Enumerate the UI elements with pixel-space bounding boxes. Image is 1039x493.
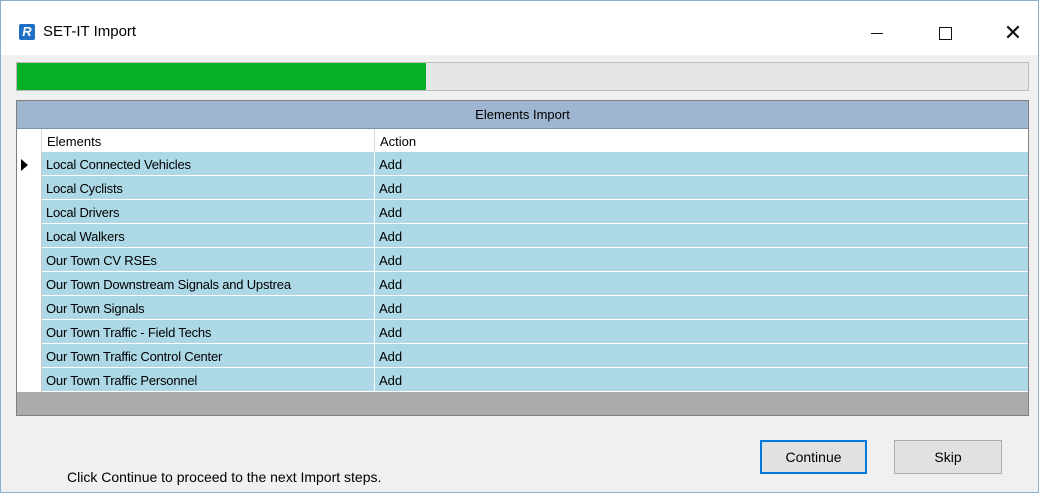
grid-caption: Elements Import (17, 101, 1028, 129)
instruction-text: Click Continue to proceed to the next Im… (67, 469, 382, 485)
row-header[interactable] (17, 344, 42, 368)
row-header[interactable] (17, 248, 42, 272)
skip-button[interactable]: Skip (894, 440, 1002, 474)
action-cell[interactable]: Add (375, 248, 1028, 272)
table-row[interactable]: Local Connected Vehicles Add (17, 152, 1028, 176)
action-cell[interactable]: Add (375, 368, 1028, 392)
app-logo-icon: R (19, 24, 35, 40)
row-header[interactable] (17, 368, 42, 392)
import-progress-bar (16, 62, 1029, 91)
row-header-corner (17, 129, 42, 152)
action-cell[interactable]: Add (375, 272, 1028, 296)
grid-header-row: Elements Action (17, 129, 1028, 152)
element-cell[interactable]: Our Town CV RSEs (42, 248, 375, 272)
table-row[interactable]: Local Drivers Add (17, 200, 1028, 224)
action-cell[interactable]: Add (375, 296, 1028, 320)
title-bar[interactable]: R SET-IT Import ✕ (1, 1, 1038, 55)
row-header[interactable] (17, 176, 42, 200)
table-row[interactable]: Our Town CV RSEs Add (17, 248, 1028, 272)
table-row[interactable]: Our Town Traffic Control Center Add (17, 344, 1028, 368)
table-row[interactable]: Our Town Downstream Signals and Upstrea A… (17, 272, 1028, 296)
element-cell[interactable]: Our Town Downstream Signals and Upstrea (42, 272, 375, 296)
continue-button[interactable]: Continue (760, 440, 867, 474)
table-row[interactable]: Our Town Traffic Personnel Add (17, 368, 1028, 392)
row-header[interactable] (17, 296, 42, 320)
grid-rows: Local Connected Vehicles Add Local Cyclist… (17, 152, 1028, 392)
action-cell[interactable]: Add (375, 200, 1028, 224)
window-title: SET-IT Import (43, 23, 137, 40)
element-cell[interactable]: Local Drivers (42, 200, 375, 224)
action-cell[interactable]: Add (375, 176, 1028, 200)
row-header[interactable] (17, 200, 42, 224)
element-cell[interactable]: Our Town Traffic - Field Techs (42, 320, 375, 344)
table-row[interactable]: Local Walkers Add (17, 224, 1028, 248)
table-row[interactable]: Local Cyclists Add (17, 176, 1028, 200)
maximize-icon (938, 27, 952, 41)
elements-import-grid[interactable]: Elements Import Elements Action Local Co… (16, 100, 1029, 416)
element-cell[interactable]: Local Walkers (42, 224, 375, 248)
row-header[interactable] (17, 320, 42, 344)
minimize-icon (871, 33, 883, 35)
minimize-button[interactable] (854, 11, 900, 55)
element-cell[interactable]: Local Connected Vehicles (42, 152, 375, 176)
import-window: R SET-IT Import ✕ Elements Import Elemen… (0, 0, 1039, 493)
action-cell[interactable]: Add (375, 320, 1028, 344)
action-cell[interactable]: Add (375, 344, 1028, 368)
row-header[interactable] (17, 224, 42, 248)
row-header[interactable] (17, 152, 42, 176)
maximize-button[interactable] (922, 11, 968, 55)
action-cell[interactable]: Add (375, 152, 1028, 176)
column-header-action[interactable]: Action (375, 129, 1028, 152)
table-row[interactable]: Our Town Signals Add (17, 296, 1028, 320)
element-cell[interactable]: Our Town Signals (42, 296, 375, 320)
element-cell[interactable]: Local Cyclists (42, 176, 375, 200)
action-cell[interactable]: Add (375, 224, 1028, 248)
row-header[interactable] (17, 272, 42, 296)
progress-fill (17, 63, 427, 90)
close-button[interactable]: ✕ (990, 11, 1036, 55)
element-cell[interactable]: Our Town Traffic Personnel (42, 368, 375, 392)
table-row[interactable]: Our Town Traffic - Field Techs Add (17, 320, 1028, 344)
column-header-elements[interactable]: Elements (42, 129, 375, 152)
close-icon: ✕ (1003, 20, 1023, 45)
element-cell[interactable]: Our Town Traffic Control Center (42, 344, 375, 368)
current-row-arrow-icon (21, 159, 28, 171)
